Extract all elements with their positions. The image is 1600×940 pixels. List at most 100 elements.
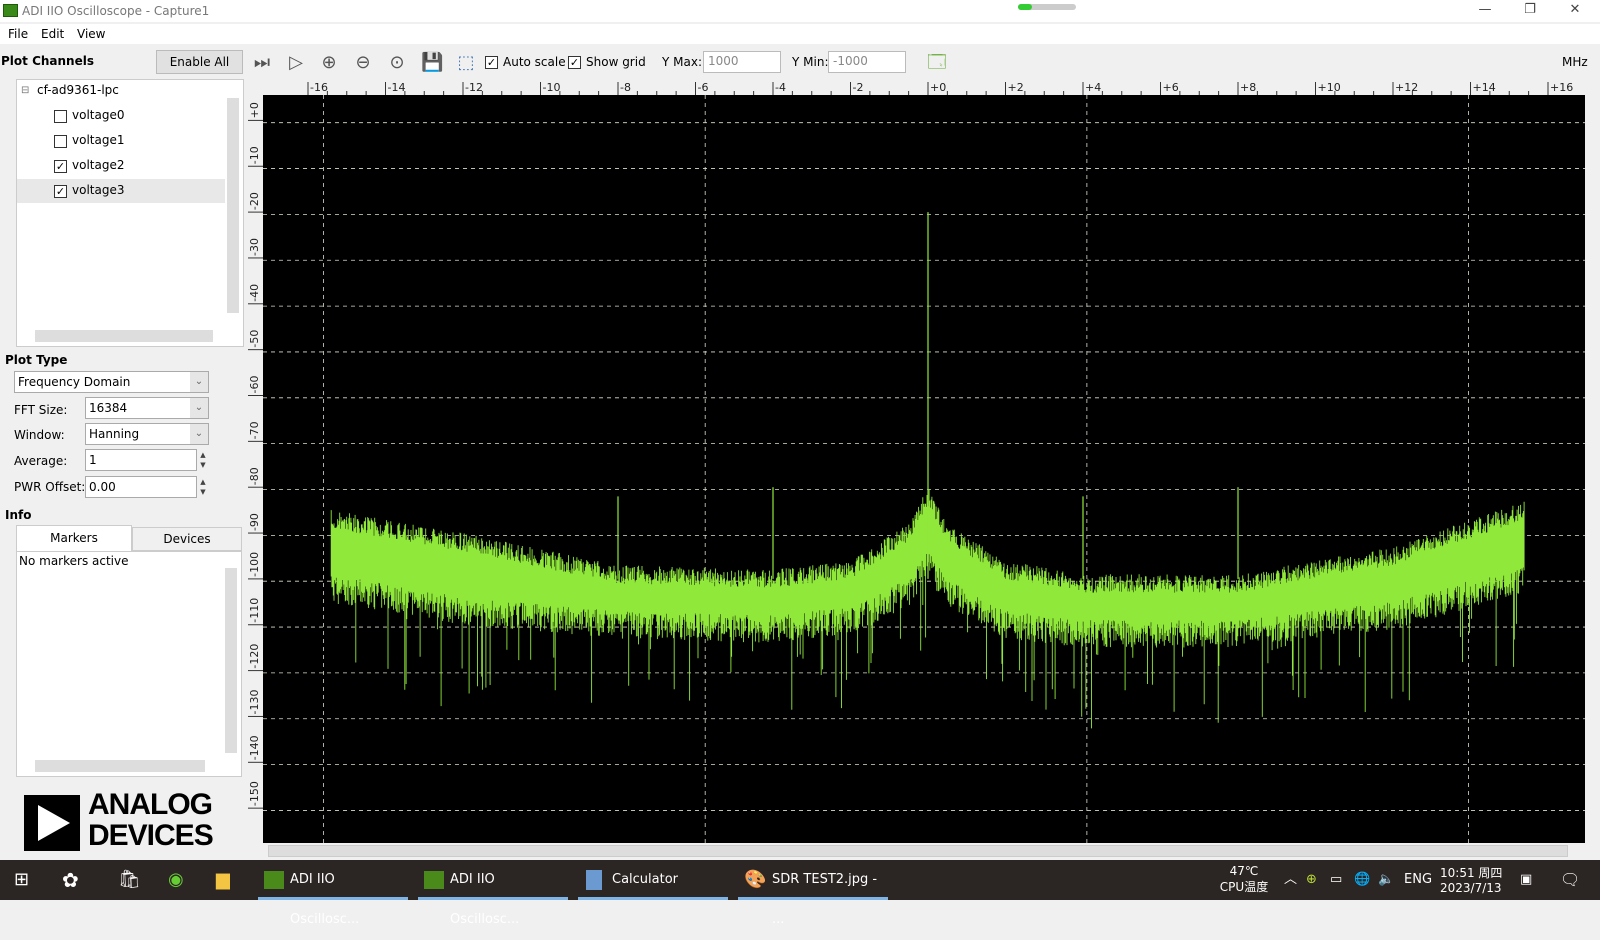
zoom-out-icon[interactable]: ⊖ (352, 52, 374, 74)
channel-voltage1[interactable]: voltage1 (72, 133, 124, 147)
channel-voltage3[interactable]: voltage3 (72, 183, 124, 197)
folder-icon[interactable]: ▆ (216, 860, 230, 900)
volume-icon[interactable]: 🔈 (1378, 860, 1394, 900)
pwr-offset-label: PWR Offset: (14, 480, 86, 494)
adi-logo-icon (24, 795, 80, 851)
menu-bar: File Edit View (0, 24, 1600, 44)
markers-hscrollbar[interactable] (35, 760, 205, 772)
collapse-icon[interactable]: ⊟ (21, 85, 29, 96)
app-icon[interactable]: ✿ (62, 860, 79, 900)
x-axis-bg (263, 80, 1585, 95)
security-icon[interactable]: ⊕ (1306, 860, 1317, 900)
spinner-icon[interactable]: ▲ ▼ (198, 450, 208, 470)
menu-view[interactable]: View (77, 27, 105, 41)
plot-vscrollbar[interactable] (1585, 95, 1600, 843)
device-node[interactable]: cf-ad9361-lpc (37, 83, 119, 97)
fullscreen-icon[interactable]: ⬚ (455, 52, 477, 74)
logo-line1: ANALOG (88, 788, 213, 821)
menu-file[interactable]: File (8, 27, 28, 41)
window-value: Hanning (89, 427, 140, 441)
markers-vscrollbar[interactable] (225, 568, 237, 753)
tab-markers[interactable]: Markers (16, 525, 132, 551)
x-tick-label: -14 (388, 81, 406, 94)
average-label: Average: (14, 454, 68, 468)
show-grid-checkbox[interactable]: ✓ (568, 56, 581, 69)
tree-vscrollbar[interactable] (227, 98, 239, 313)
plot-type-value: Frequency Domain (18, 375, 131, 389)
zoom-in-icon[interactable]: ⊕ (318, 52, 340, 74)
x-tick-label: -12 (465, 81, 483, 94)
start-icon[interactable]: ⊞ (14, 860, 36, 900)
y-tick-label: -130 (248, 689, 261, 714)
spectrum-plot[interactable] (263, 95, 1585, 843)
browser-icon[interactable]: ◉ (168, 860, 184, 900)
x-tick-label: +0 (930, 81, 946, 94)
x-tick-label: +16 (1550, 81, 1573, 94)
add-plot-icon[interactable]: 🗔 (926, 52, 948, 74)
taskbar: ⊞ ✿ 🛍 ◉ ▆ ADI IIO Oscillosc... ADI IIO O… (0, 860, 1600, 927)
channel-tree: ⊟ cf-ad9361-lpc voltage0 voltage1 ✓ volt… (16, 79, 244, 347)
spinner-icon[interactable]: ▲ ▼ (198, 477, 208, 497)
channel-voltage2[interactable]: voltage2 (72, 158, 124, 172)
tree-hscrollbar[interactable] (35, 330, 213, 342)
x-tick-label: -16 (310, 81, 328, 94)
ymin-input[interactable]: -1000 (828, 51, 906, 73)
taskbar-calculator[interactable]: Calculator (578, 860, 728, 900)
fft-size-value: 16384 (89, 401, 128, 415)
taskbar-oscilloscope-1[interactable]: ADI IIO Oscillosc... (258, 860, 408, 927)
enable-all-button[interactable]: Enable All (156, 50, 243, 74)
maximize-button[interactable]: ❐ (1510, 2, 1550, 20)
y-tick-label: -80 (248, 467, 261, 485)
x-tick-label: -2 (853, 81, 864, 94)
unit-label: MHz (1562, 55, 1588, 69)
language-indicator[interactable]: ENG (1404, 860, 1432, 900)
fft-size-select[interactable]: 16384 ⌄ (85, 397, 209, 419)
clock[interactable]: 10:51 周四 2023/7/13 (1440, 864, 1502, 895)
play-icon[interactable]: ▷ (285, 52, 307, 74)
show-desktop-icon[interactable]: ▣ (1520, 860, 1532, 900)
pwr-offset-input[interactable]: 0.00 ▲ ▼ (85, 476, 206, 498)
temp-label: CPU温度 (1219, 880, 1269, 894)
tab-devices[interactable]: Devices (132, 527, 242, 551)
voltage3-checkbox[interactable]: ✓ (54, 185, 67, 198)
pwr-offset-value: 0.00 (89, 480, 116, 494)
x-tick-label: +2 (1008, 81, 1024, 94)
tray-chevron-icon[interactable]: ︿ (1284, 860, 1297, 900)
average-input[interactable]: 1 ▲ ▼ (85, 449, 206, 471)
menu-edit[interactable]: Edit (41, 27, 64, 41)
voltage2-checkbox[interactable]: ✓ (54, 160, 67, 173)
zoom-fit-icon[interactable]: ⊙ (386, 52, 408, 74)
close-button[interactable]: ✕ (1555, 2, 1595, 20)
chevron-down-icon: ⌄ (190, 424, 208, 444)
voltage1-checkbox[interactable] (54, 135, 67, 148)
ymax-input[interactable]: 1000 (703, 51, 781, 73)
save-icon[interactable]: 💾 (421, 52, 443, 74)
battery-icon[interactable]: ▭ (1330, 860, 1342, 900)
channel-voltage0[interactable]: voltage0 (72, 108, 124, 122)
progress-indicator (1018, 4, 1076, 10)
oscilloscope-icon (424, 871, 444, 889)
y-tick-label: -10 (248, 146, 261, 164)
logo-line2: DEVICES (88, 819, 214, 852)
network-icon[interactable]: 🌐 (1354, 860, 1370, 900)
plot-type-select[interactable]: Frequency Domain ⌄ (14, 371, 209, 393)
ymax-label: Y Max: (662, 55, 702, 69)
step-icon[interactable]: ⏭ (251, 52, 273, 74)
temp-value: 47℃ (1229, 864, 1259, 878)
taskbar-paint[interactable]: 🎨 SDR TEST2.jpg - ... (738, 860, 888, 927)
voltage0-checkbox[interactable] (54, 110, 67, 123)
y-tick-label: -110 (248, 598, 261, 623)
taskbar-oscilloscope-2[interactable]: ADI IIO Oscillosc... (418, 860, 568, 927)
plot-hscrollbar[interactable] (268, 845, 1568, 857)
plot-channels-title: Plot Channels (1, 54, 94, 68)
cpu-temp[interactable]: 47℃ CPU温度 (1218, 864, 1270, 895)
window-select[interactable]: Hanning ⌄ (85, 423, 209, 445)
x-tick-label: +10 (1318, 81, 1341, 94)
minimize-button[interactable]: — (1465, 2, 1505, 20)
notification-icon[interactable]: 🗨 (1560, 860, 1580, 900)
window-title: ADI IIO Oscilloscope - Capture1 (22, 4, 210, 18)
store-icon[interactable]: 🛍 (118, 860, 141, 900)
y-axis-ruler: +0 -10 -20 -30 -40 -50 -60 -70 -80 -90 -100 -110 -12… (248, 102, 263, 809)
y-tick-label: -40 (248, 284, 261, 302)
auto-scale-checkbox[interactable]: ✓ (485, 56, 498, 69)
